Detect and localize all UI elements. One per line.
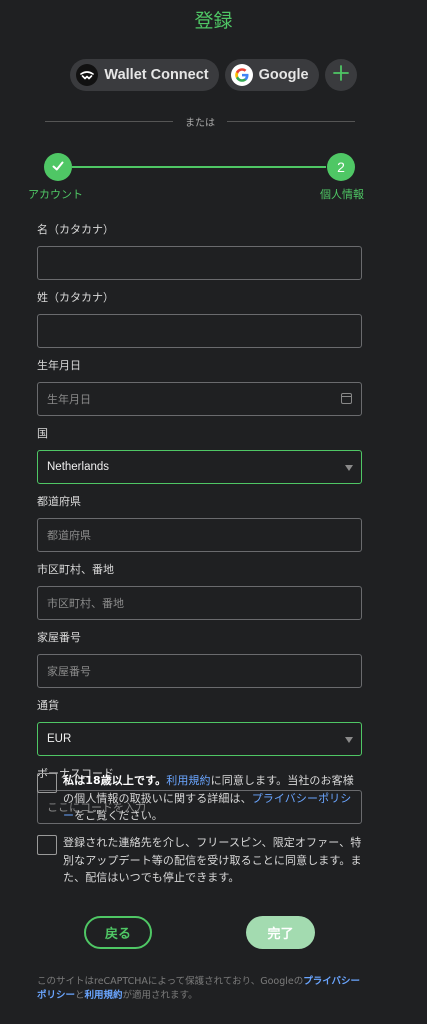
google-terms-link[interactable]: 利用規約 [85,990,123,1001]
caret-down-icon [345,737,353,743]
divider-line-left [45,121,173,122]
marketing-text: 登録された連絡先を介し、フリースピン、限定オファー、特別なアップデート等の配信を… [63,836,362,884]
recaptcha-text-and: と [75,990,85,1001]
step-2-circle: 2 [327,153,355,181]
divider-line-right [227,121,355,122]
or-divider: または [45,114,355,129]
birthdate-input[interactable]: 生年月日 [37,382,362,416]
wallet-connect-button[interactable]: Wallet Connect [70,59,219,91]
currency-value: EUR [47,733,72,745]
first-name-label: 名（カタカナ） [37,223,114,236]
prefecture-label: 都道府県 [37,495,81,508]
marketing-checkbox[interactable] [37,835,57,855]
country-select[interactable]: Netherlands [37,450,362,484]
plus-icon [332,65,349,85]
marketing-consent-row: 登録された連絡先を介し、フリースピン、限定オファー、特別なアップデート等の配信を… [37,834,362,887]
social-login-row: Wallet Connect Google [0,59,427,91]
house-number-label: 家屋番号 [37,631,81,644]
currency-select[interactable]: EUR [37,722,362,756]
prefecture-placeholder: 都道府県 [47,529,91,542]
first-name-input[interactable] [37,246,362,280]
terms-link[interactable]: 利用規約 [166,774,210,787]
terms-consent-row: 私は18歳以上です。利用規約に同意します。当社のお客様の個人情報の取扱いに関する… [37,772,362,825]
wallet-connect-icon [76,64,99,86]
prefecture-input[interactable]: 都道府県 [37,518,362,552]
google-icon [230,64,253,86]
registration-stepper: 2 アカウント 個人情報 [0,153,427,203]
birthdate-placeholder: 生年月日 [47,393,91,406]
country-label: 国 [37,427,48,440]
terms-checkbox[interactable] [37,773,57,793]
caret-down-icon [345,465,353,471]
divider-text: または [185,118,215,129]
recaptcha-notice: このサイトはreCAPTCHAによって保護されており、Googleのプライバシー… [37,975,362,1003]
step-2-label: 個人情報 [320,188,364,201]
age-confirmation: 私は18歳以上です。 [63,774,167,787]
personal-info-form: 名（カタカナ） 姓（カタカナ） 生年月日 生年月日 国 Netherlands … [37,222,362,834]
page-title: 登録 [194,10,233,32]
google-label: Google [258,67,309,83]
google-button[interactable]: Google [224,59,319,91]
step-1-label: アカウント [28,188,83,201]
recaptcha-text-end: が適用されます。 [122,990,198,1001]
done-button[interactable]: 完了 [246,916,315,949]
country-value: Netherlands [47,461,110,473]
city-input[interactable]: 市区町村、番地 [37,586,362,620]
city-label: 市区町村、番地 [37,563,114,576]
city-placeholder: 市区町村、番地 [47,597,124,610]
recaptcha-text: このサイトはreCAPTCHAによって保護されており、Googleの [37,976,304,987]
back-button[interactable]: 戻る [84,916,152,949]
last-name-label: 姓（カタカナ） [37,291,114,304]
calendar-icon[interactable] [341,393,352,404]
check-icon [51,159,65,176]
terms-text-end: をご覧ください。 [74,809,163,822]
house-number-placeholder: 家屋番号 [47,665,91,678]
more-login-options-button[interactable] [324,59,357,91]
step-connector [72,166,326,168]
last-name-input[interactable] [37,314,362,348]
terms-text: 私は18歳以上です。利用規約に同意します。当社のお客様の個人情報の取扱いに関する… [63,772,362,825]
wallet-connect-label: Wallet Connect [104,67,209,83]
house-number-input[interactable]: 家屋番号 [37,654,362,688]
birthdate-label: 生年月日 [37,359,81,372]
currency-label: 通貨 [37,699,59,712]
step-1-circle [44,153,72,181]
